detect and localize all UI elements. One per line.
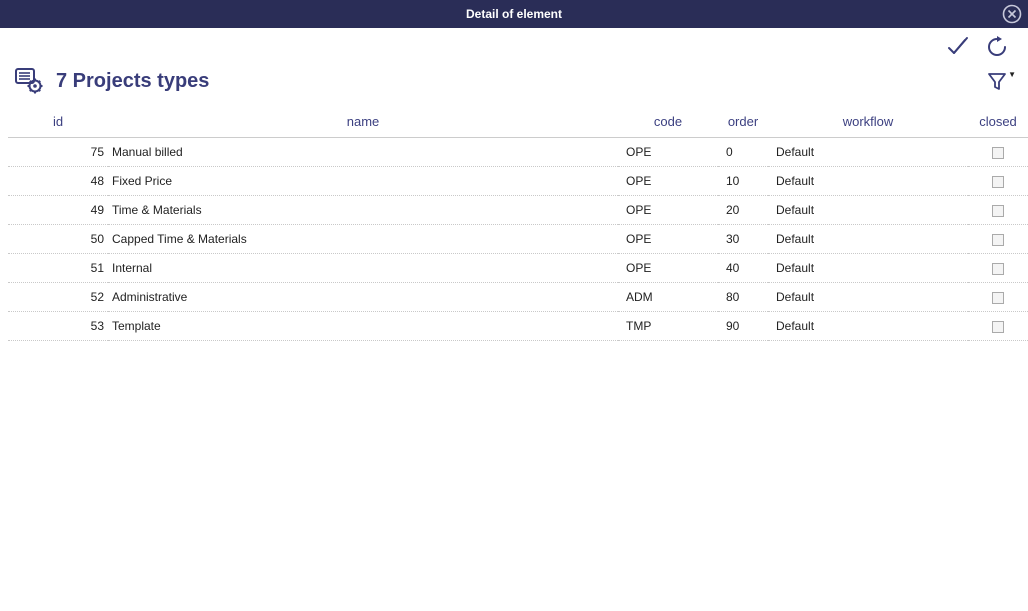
cell-order: 20 (718, 196, 768, 225)
projects-types-icon (12, 64, 46, 98)
col-header-code[interactable]: code (618, 108, 718, 138)
cell-name: Capped Time & Materials (108, 225, 618, 254)
cell-workflow: Default (768, 283, 968, 312)
cell-workflow: Default (768, 225, 968, 254)
cell-id: 75 (8, 138, 108, 167)
cell-code: OPE (618, 196, 718, 225)
cell-workflow: Default (768, 138, 968, 167)
closed-checkbox[interactable] (992, 205, 1004, 217)
funnel-icon (986, 70, 1008, 92)
cell-workflow: Default (768, 167, 968, 196)
cell-code: OPE (618, 138, 718, 167)
cell-name: Administrative (108, 283, 618, 312)
col-header-name[interactable]: name (108, 108, 618, 138)
closed-checkbox[interactable] (992, 263, 1004, 275)
table-row[interactable]: 48Fixed PriceOPE10Default (8, 167, 1028, 196)
cell-name: Template (108, 312, 618, 341)
cell-closed (968, 138, 1028, 167)
cell-closed (968, 225, 1028, 254)
cell-order: 90 (718, 312, 768, 341)
table-header-row: id name code order workflow closed (8, 108, 1028, 138)
closed-checkbox[interactable] (992, 292, 1004, 304)
cell-name: Time & Materials (108, 196, 618, 225)
page-title: 7 Projects types (56, 70, 984, 93)
cell-code: OPE (618, 254, 718, 283)
cell-order: 30 (718, 225, 768, 254)
chevron-down-icon: ▼ (1008, 70, 1016, 79)
cell-name: Manual billed (108, 138, 618, 167)
closed-checkbox[interactable] (992, 234, 1004, 246)
page-header: 7 Projects types ▼ (0, 60, 1028, 108)
cell-closed (968, 312, 1028, 341)
cell-workflow: Default (768, 312, 968, 341)
cell-order: 0 (718, 138, 768, 167)
window-title: Detail of element (466, 7, 562, 21)
cell-code: OPE (618, 167, 718, 196)
col-header-closed[interactable]: closed (968, 108, 1028, 138)
titlebar: Detail of element (0, 0, 1028, 28)
cell-id: 49 (8, 196, 108, 225)
cell-closed (968, 167, 1028, 196)
reset-button[interactable] (984, 34, 1010, 60)
cell-code: OPE (618, 225, 718, 254)
cell-closed (968, 196, 1028, 225)
cell-name: Internal (108, 254, 618, 283)
cell-workflow: Default (768, 254, 968, 283)
cell-workflow: Default (768, 196, 968, 225)
cell-name: Fixed Price (108, 167, 618, 196)
table-row[interactable]: 49Time & MaterialsOPE20Default (8, 196, 1028, 225)
cell-order: 10 (718, 167, 768, 196)
table-row[interactable]: 50Capped Time & MaterialsOPE30Default (8, 225, 1028, 254)
cell-id: 50 (8, 225, 108, 254)
cell-order: 80 (718, 283, 768, 312)
table-row[interactable]: 52AdministrativeADM80Default (8, 283, 1028, 312)
closed-checkbox[interactable] (992, 147, 1004, 159)
toolbar (0, 28, 1028, 60)
closed-checkbox[interactable] (992, 176, 1004, 188)
checkmark-icon (945, 35, 969, 59)
closed-checkbox[interactable] (992, 321, 1004, 333)
cell-closed (968, 283, 1028, 312)
cell-code: ADM (618, 283, 718, 312)
cell-id: 52 (8, 283, 108, 312)
undo-icon (985, 35, 1009, 59)
cell-code: TMP (618, 312, 718, 341)
close-icon[interactable] (1002, 4, 1022, 24)
save-button[interactable] (944, 34, 970, 60)
cell-id: 51 (8, 254, 108, 283)
cell-closed (968, 254, 1028, 283)
cell-id: 48 (8, 167, 108, 196)
filter-button[interactable]: ▼ (984, 68, 1010, 94)
projects-types-table: id name code order workflow closed 75Man… (8, 108, 1028, 341)
col-header-id[interactable]: id (8, 108, 108, 138)
table-row[interactable]: 75Manual billedOPE0Default (8, 138, 1028, 167)
col-header-workflow[interactable]: workflow (768, 108, 968, 138)
table-row[interactable]: 53TemplateTMP90Default (8, 312, 1028, 341)
col-header-order[interactable]: order (718, 108, 768, 138)
table-row[interactable]: 51InternalOPE40Default (8, 254, 1028, 283)
cell-order: 40 (718, 254, 768, 283)
cell-id: 53 (8, 312, 108, 341)
